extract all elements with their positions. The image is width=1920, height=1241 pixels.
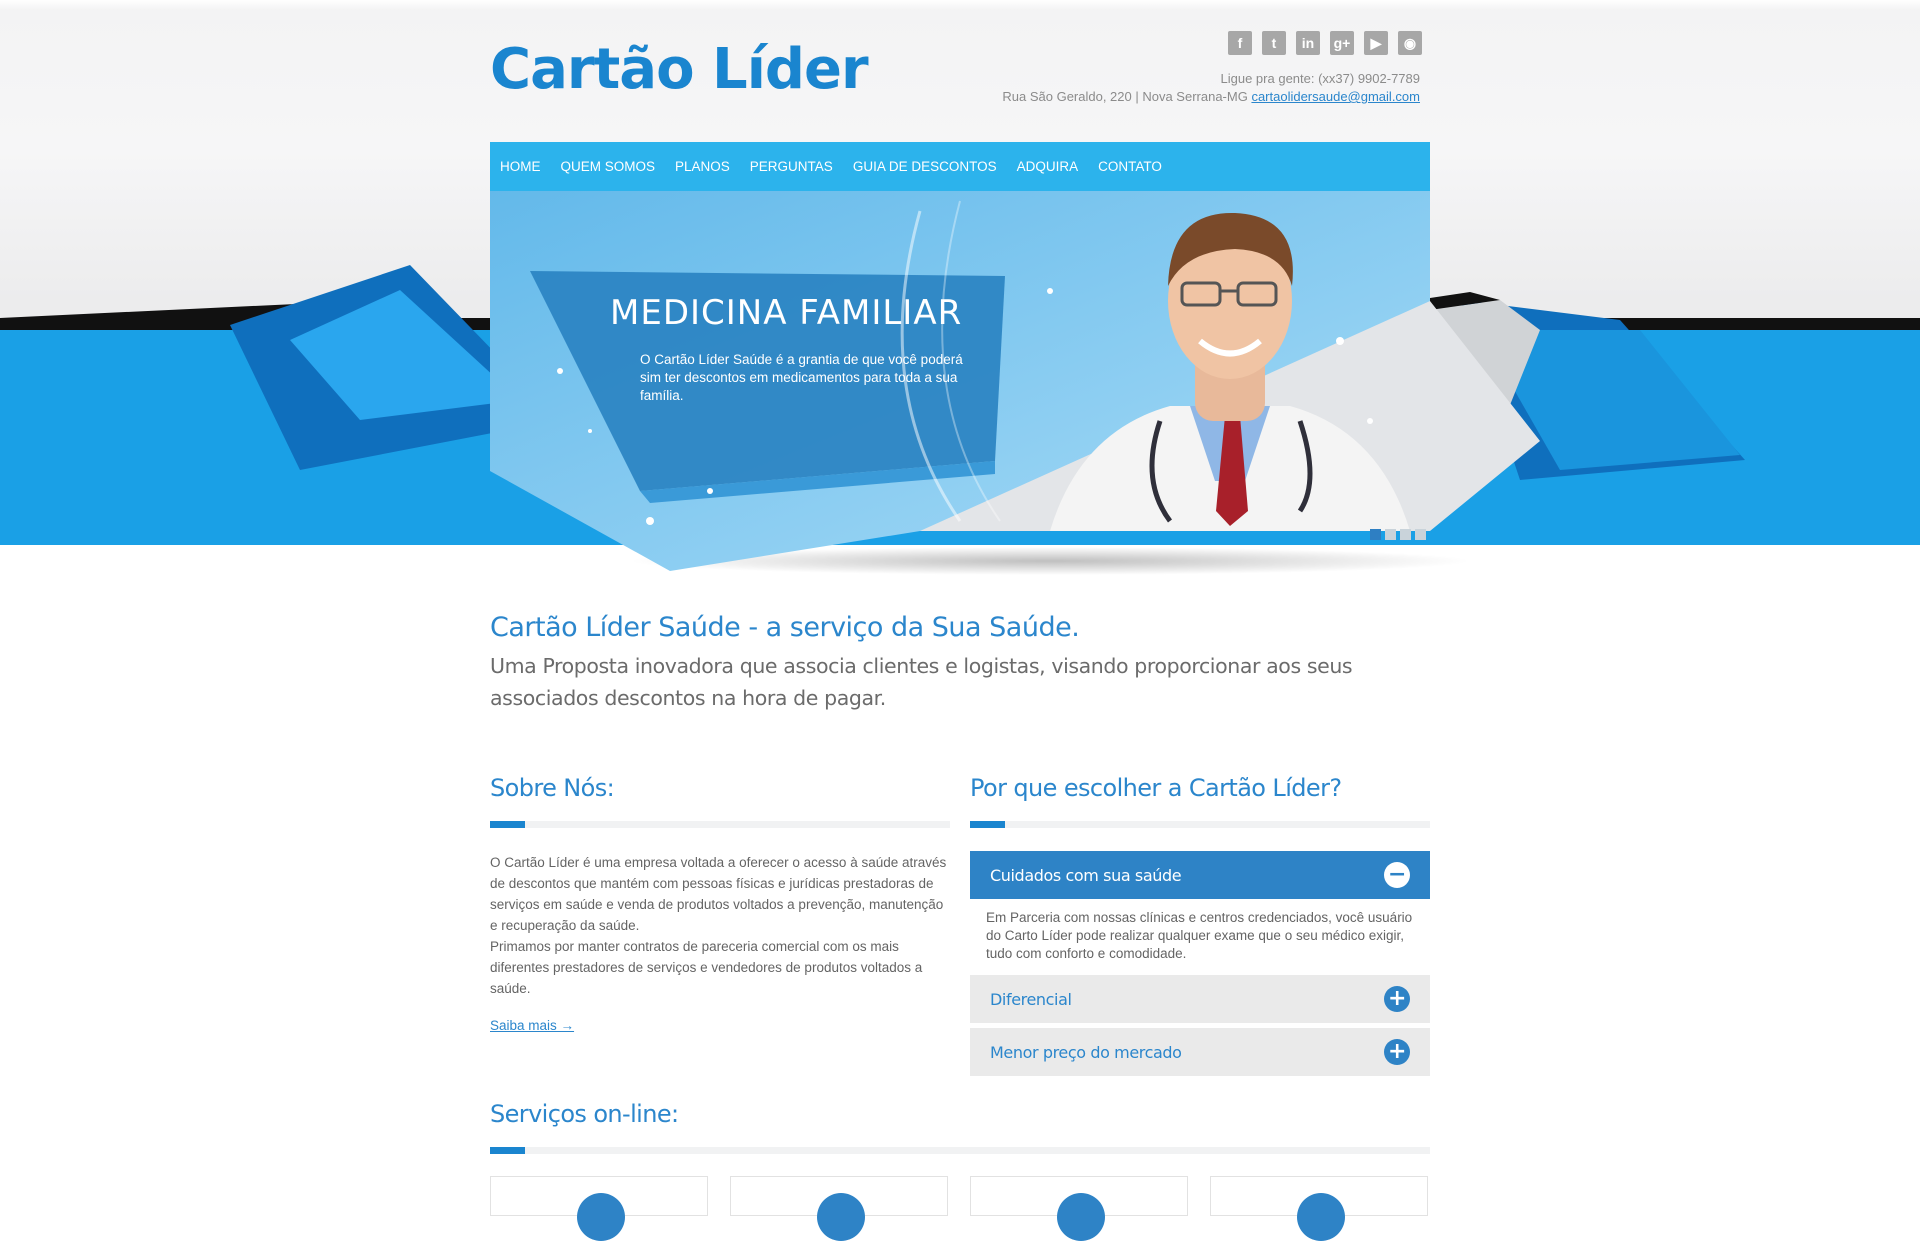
youtube-icon[interactable]: ▶	[1364, 31, 1388, 55]
service-icon	[577, 1193, 625, 1241]
social-links: f t in g+ ▶ ◉	[1228, 31, 1422, 55]
twitter-icon[interactable]: t	[1262, 31, 1286, 55]
accordion-title: Menor preço do mercado	[990, 1042, 1182, 1062]
service-card[interactable]	[970, 1176, 1188, 1241]
accordion-body: Em Parceria com nossas clínicas e centro…	[986, 910, 1413, 961]
accordion-title: Cuidados com sua saúde	[990, 865, 1182, 885]
service-icon	[817, 1193, 865, 1241]
nav-contato[interactable]: CONTATO	[1098, 159, 1162, 174]
services-divider	[490, 1147, 1430, 1154]
slide-text: O Cartão Líder Saúde é a grantia de que …	[640, 352, 963, 403]
services-heading: Serviços on-line:	[490, 1100, 679, 1128]
slider-dot-2[interactable]	[1385, 529, 1396, 540]
intro-subtitle: Uma Proposta inovadora que associa clien…	[490, 654, 1353, 710]
about-text: O Cartão Líder é uma empresa voltada a o…	[490, 852, 950, 999]
slide-title: MEDICINA FAMILIAR	[610, 293, 963, 333]
logo[interactable]: Cartão Líder	[490, 38, 869, 102]
nav-guia-de-descontos[interactable]: GUIA DE DESCONTOS	[853, 159, 997, 174]
hero-slider[interactable]: MEDICINA FAMILIAR O Cartão Líder Saúde é…	[490, 191, 1540, 575]
service-card[interactable]	[730, 1176, 948, 1241]
why-divider	[970, 821, 1430, 828]
slider-dot-3[interactable]	[1400, 529, 1411, 540]
why-heading: Por que escolher a Cartão Líder?	[970, 774, 1342, 802]
accordion-item-diferencial[interactable]: Diferencial +	[970, 975, 1430, 1023]
nav-home[interactable]: HOME	[500, 159, 541, 174]
plus-icon[interactable]: +	[1384, 1039, 1410, 1065]
contact-info: Ligue pra gente: (xx37) 9902-7789 Rua Sã…	[1002, 70, 1420, 106]
minus-icon[interactable]: −	[1384, 862, 1410, 888]
address-text: Rua São Geraldo, 220 | Nova Serrana-MG	[1002, 89, 1252, 104]
about-paragraph-2: Primamos por manter contratos de parecer…	[490, 939, 923, 996]
nav-planos[interactable]: PLANOS	[675, 159, 730, 174]
linkedin-icon[interactable]: in	[1296, 31, 1320, 55]
email-link[interactable]: cartaolidersaude@gmail.com	[1251, 89, 1420, 104]
slider-pagination	[1370, 529, 1426, 540]
service-icon	[1057, 1193, 1105, 1241]
plus-icon[interactable]: +	[1384, 986, 1410, 1012]
nav-quem-somos[interactable]: QUEM SOMOS	[561, 159, 656, 174]
facebook-icon[interactable]: f	[1228, 31, 1252, 55]
service-icon	[1297, 1193, 1345, 1241]
about-divider	[490, 821, 950, 828]
nav-adquira[interactable]: ADQUIRA	[1017, 159, 1079, 174]
saiba-mais-link[interactable]: Saiba mais →	[490, 1018, 574, 1033]
rss-icon[interactable]: ◉	[1398, 31, 1422, 55]
google-plus-icon[interactable]: g+	[1330, 31, 1354, 55]
phone-text: Ligue pra gente: (xx37) 9902-7789	[1220, 71, 1420, 86]
intro-title: Cartão Líder Saúde - a serviço da Sua Sa…	[490, 612, 1080, 643]
slider-dot-4[interactable]	[1415, 529, 1426, 540]
accordion-title: Diferencial	[990, 989, 1072, 1009]
service-card[interactable]	[1210, 1176, 1428, 1241]
doctor-image	[1050, 212, 1410, 531]
about-heading: Sobre Nós:	[490, 774, 615, 802]
main-nav: HOME QUEM SOMOS PLANOS PERGUNTAS GUIA DE…	[490, 142, 1430, 191]
about-paragraph-1: O Cartão Líder é uma empresa voltada a o…	[490, 855, 947, 933]
nav-perguntas[interactable]: PERGUNTAS	[750, 159, 833, 174]
accordion-item-cuidados[interactable]: Cuidados com sua saúde −	[970, 851, 1430, 899]
accordion-item-menor-preco[interactable]: Menor preço do mercado +	[970, 1028, 1430, 1076]
accordion: Cuidados com sua saúde − Em Parceria com…	[970, 851, 1430, 1076]
service-card[interactable]	[490, 1176, 708, 1241]
slider-dot-1[interactable]	[1370, 529, 1381, 540]
